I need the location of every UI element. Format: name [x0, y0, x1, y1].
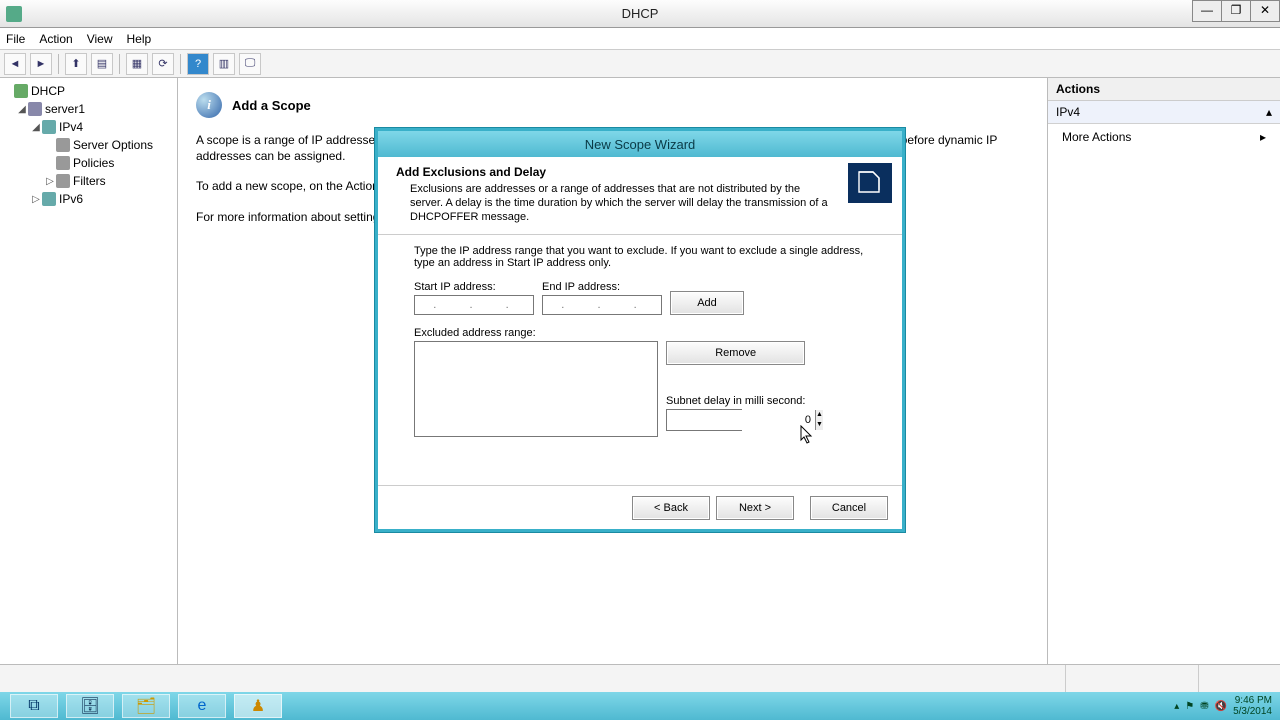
refresh-button[interactable]: ⟳: [152, 53, 174, 75]
taskbar-app-powershell[interactable]: ⧉: [10, 694, 58, 718]
menubar: File Action View Help: [0, 28, 1280, 50]
maximize-button[interactable]: ❐: [1221, 0, 1251, 22]
up-button[interactable]: ⬆: [65, 53, 87, 75]
submenu-arrow-icon: ▸: [1260, 130, 1266, 144]
spinner-up-icon[interactable]: ▲: [815, 410, 823, 420]
tray-flag-icon[interactable]: ⚑: [1185, 701, 1194, 712]
info-icon: i: [196, 92, 222, 118]
menu-action[interactable]: Action: [39, 32, 72, 46]
tree-filters-label: Filters: [73, 174, 106, 188]
taskbar-app-server-manager[interactable]: 🗄: [66, 694, 114, 718]
tree-ipv6-label: IPv6: [59, 192, 83, 206]
powershell-icon: ⧉: [28, 697, 39, 715]
subnet-delay-spinner[interactable]: ▲ ▼: [666, 409, 742, 431]
properties-button[interactable]: ▥: [213, 53, 235, 75]
excluded-range-label: Excluded address range:: [414, 327, 658, 339]
actions-pane: Actions IPv4 ▴ More Actions ▸: [1048, 78, 1280, 664]
tree-filters[interactable]: ▷Filters: [2, 172, 175, 190]
wizard-section-description: Exclusions are addresses or a range of a…: [410, 183, 834, 224]
add-button[interactable]: Add: [670, 291, 744, 315]
help-button[interactable]: ?: [187, 53, 209, 75]
tree-ipv4[interactable]: ◢IPv4: [2, 118, 175, 136]
tree-ipv4-label: IPv4: [59, 120, 83, 134]
export-button[interactable]: ▦: [126, 53, 148, 75]
collapse-icon: ▴: [1266, 105, 1272, 119]
manage-button[interactable]: 🖵: [239, 53, 261, 75]
actions-node-label: IPv4: [1056, 105, 1080, 119]
tree-server-label: server1: [45, 102, 85, 116]
window-title: DHCP: [0, 6, 1280, 21]
tree-server-options-label: Server Options: [73, 138, 153, 152]
forward-button[interactable]: ►: [30, 53, 52, 75]
more-actions-label: More Actions: [1062, 130, 1131, 144]
wizard-footer: < Back Next > Cancel: [378, 485, 902, 529]
wizard-body: Type the IP address range that you want …: [378, 235, 902, 485]
more-actions-item[interactable]: More Actions ▸: [1048, 124, 1280, 150]
toolbar: ◄ ► ⬆ ▤ ▦ ⟳ ? ▥ 🖵: [0, 50, 1280, 78]
end-ip-label: End IP address:: [542, 281, 662, 293]
tree-pane: DHCP ◢server1 ◢IPv4 Server Options Polic…: [0, 78, 178, 664]
menu-file[interactable]: File: [6, 32, 25, 46]
clock-time: 9:46 PM: [1233, 695, 1272, 706]
tray-sound-icon[interactable]: 🔇: [1215, 701, 1227, 712]
tray-chevron-icon[interactable]: ▴: [1174, 701, 1179, 712]
back-button[interactable]: ◄: [4, 53, 26, 75]
end-ip-input[interactable]: [542, 295, 662, 315]
wizard-title: New Scope Wizard: [378, 131, 902, 157]
window-titlebar: DHCP — ❐ ✕: [0, 0, 1280, 28]
server-manager-icon: 🗄: [80, 696, 100, 716]
wizard-header: Add Exclusions and Delay Exclusions are …: [378, 157, 902, 235]
wizard-instruction: Type the IP address range that you want …: [414, 245, 866, 269]
minimize-button[interactable]: —: [1192, 0, 1222, 22]
remove-button[interactable]: Remove: [666, 341, 805, 365]
actions-node-header[interactable]: IPv4 ▴: [1048, 101, 1280, 124]
tree-server-options[interactable]: Server Options: [2, 136, 175, 154]
tree-root-dhcp[interactable]: DHCP: [2, 82, 175, 100]
wizard-header-icon: [848, 163, 892, 203]
close-button[interactable]: ✕: [1250, 0, 1280, 22]
cancel-button-wizard[interactable]: Cancel: [810, 496, 888, 520]
excluded-range-listbox[interactable]: [414, 341, 658, 437]
tree-server[interactable]: ◢server1: [2, 100, 175, 118]
system-tray[interactable]: ▴ ⚑ ⛃ 🔇 9:46 PM 5/3/2014: [1166, 695, 1280, 717]
clock-date: 5/3/2014: [1233, 706, 1272, 717]
tree-policies[interactable]: Policies: [2, 154, 175, 172]
page-heading: iAdd a Scope: [196, 92, 1029, 118]
show-hide-tree-button[interactable]: ▤: [91, 53, 113, 75]
spinner-down-icon[interactable]: ▼: [815, 420, 823, 430]
tree-policies-label: Policies: [73, 156, 114, 170]
menu-help[interactable]: Help: [127, 32, 152, 46]
subnet-delay-label: Subnet delay in milli second:: [666, 395, 805, 407]
tree-root-label: DHCP: [31, 84, 65, 98]
taskbar-app-dhcp[interactable]: ♟: [234, 694, 282, 718]
taskbar-clock[interactable]: 9:46 PM 5/3/2014: [1233, 695, 1272, 717]
ie-icon: e: [198, 697, 207, 715]
start-ip-input[interactable]: [414, 295, 534, 315]
folder-icon: 🗂: [136, 696, 156, 716]
statusbar: [0, 664, 1280, 692]
dhcp-icon: ♟: [251, 696, 265, 716]
taskbar: ⧉ 🗄 🗂 e ♟ ▴ ⚑ ⛃ 🔇 9:46 PM 5/3/2014: [0, 692, 1280, 720]
tray-network-icon[interactable]: ⛃: [1200, 701, 1208, 712]
subnet-delay-input[interactable]: [667, 410, 815, 430]
start-ip-label: Start IP address:: [414, 281, 534, 293]
app-icon: [6, 6, 22, 22]
menu-view[interactable]: View: [87, 32, 113, 46]
new-scope-wizard-dialog: New Scope Wizard Add Exclusions and Dela…: [375, 128, 905, 532]
wizard-section-title: Add Exclusions and Delay: [396, 165, 546, 179]
taskbar-app-ie[interactable]: e: [178, 694, 226, 718]
next-button-wizard[interactable]: Next >: [716, 496, 794, 520]
taskbar-app-explorer[interactable]: 🗂: [122, 694, 170, 718]
actions-header: Actions: [1048, 78, 1280, 101]
tree-ipv6[interactable]: ▷IPv6: [2, 190, 175, 208]
back-button-wizard[interactable]: < Back: [632, 496, 710, 520]
